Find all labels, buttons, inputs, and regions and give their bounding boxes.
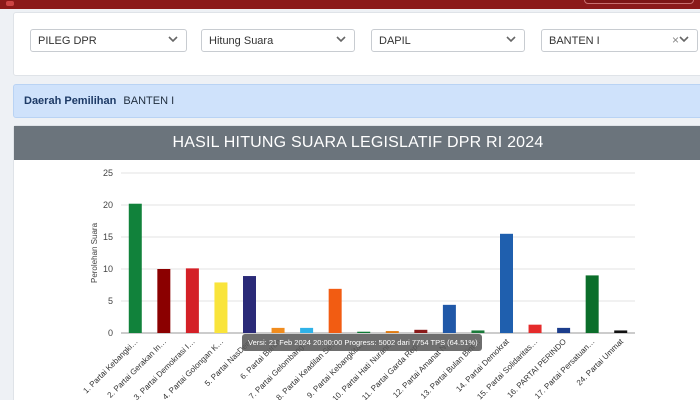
bar bbox=[500, 233, 513, 333]
bar bbox=[157, 269, 171, 333]
bar bbox=[585, 275, 599, 333]
y-tick-label: 25 bbox=[103, 168, 113, 178]
bar bbox=[442, 304, 456, 333]
bar bbox=[471, 330, 485, 333]
bar bbox=[214, 282, 228, 333]
progress-tooltip: Versi: 21 Feb 2024 20:00:00 Progress: 50… bbox=[242, 334, 482, 351]
bar bbox=[243, 276, 256, 333]
bar bbox=[557, 327, 571, 333]
bar bbox=[185, 268, 199, 333]
bar bbox=[385, 331, 399, 333]
bar bbox=[300, 327, 314, 333]
bar bbox=[328, 288, 342, 333]
y-tick-label: 5 bbox=[108, 296, 113, 306]
bar bbox=[614, 330, 628, 333]
y-tick-label: 0 bbox=[108, 328, 113, 338]
bar bbox=[357, 331, 371, 333]
y-axis-label: Perolehan Suara bbox=[90, 222, 99, 283]
y-tick-label: 20 bbox=[103, 200, 113, 210]
bar bbox=[528, 324, 542, 333]
x-category-label: 1. Partai Kebangki… bbox=[81, 337, 139, 395]
y-tick-label: 10 bbox=[103, 264, 113, 274]
bar bbox=[271, 327, 285, 333]
y-tick-label: 15 bbox=[103, 232, 113, 242]
bar bbox=[128, 203, 142, 333]
bar bbox=[414, 329, 428, 333]
